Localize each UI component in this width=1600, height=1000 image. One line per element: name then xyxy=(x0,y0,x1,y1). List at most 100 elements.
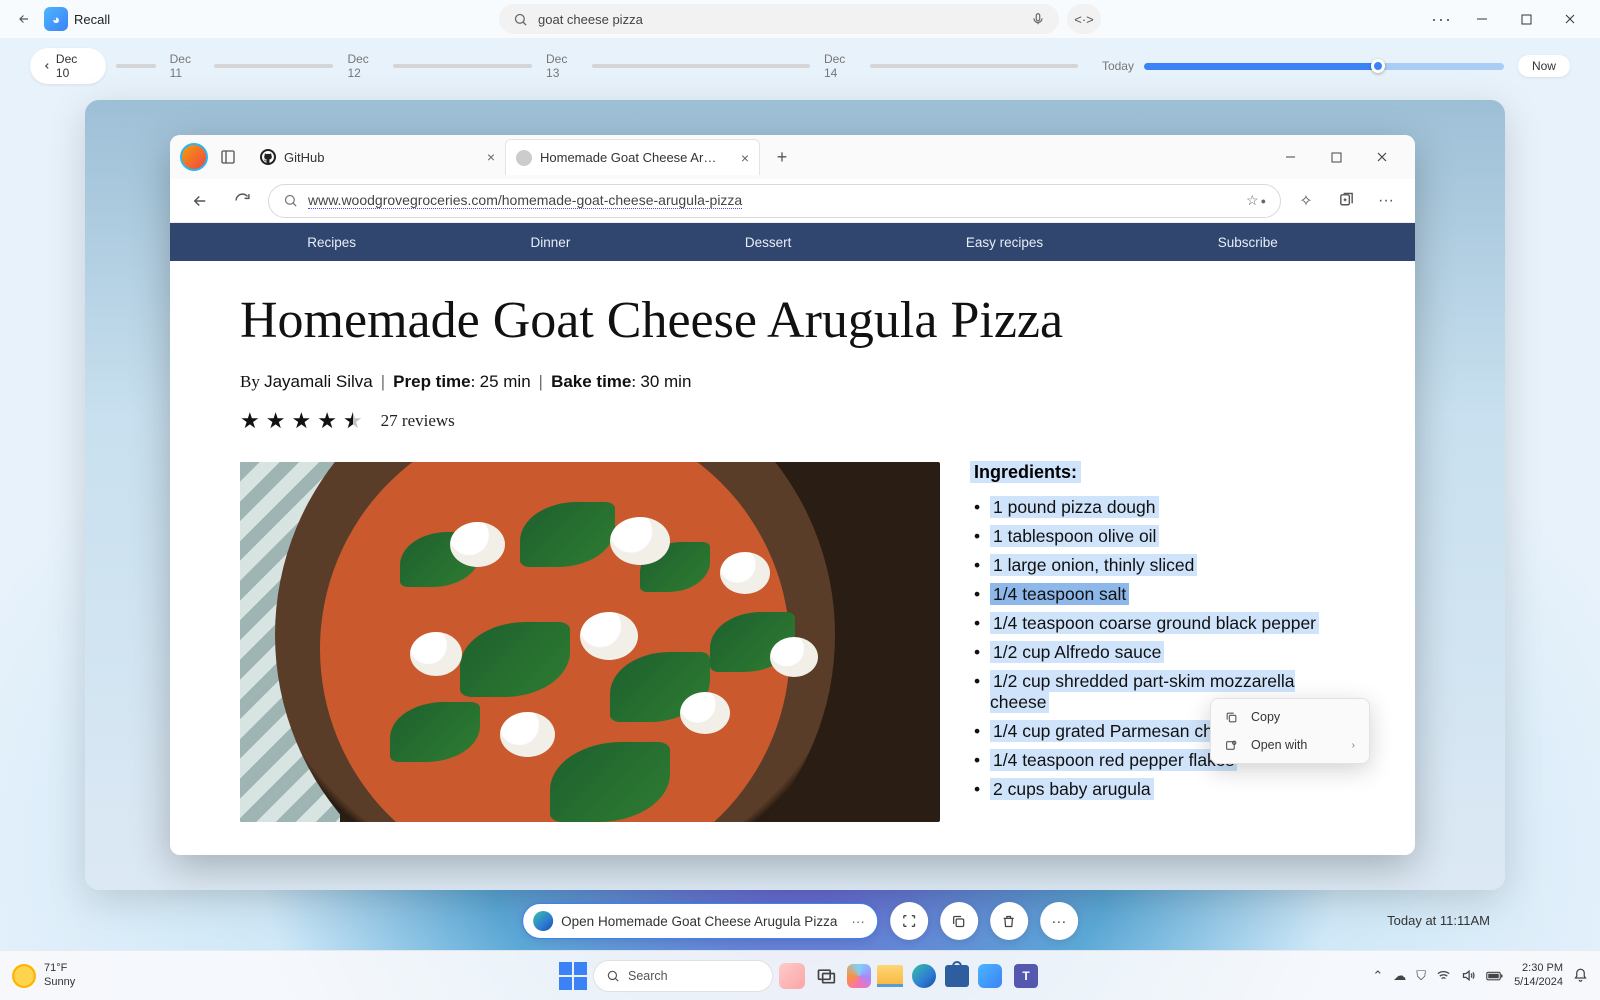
recipe-page: Homemade Goat Cheese Arugula Pizza By Ja… xyxy=(170,261,1415,855)
maximize-button[interactable] xyxy=(1506,5,1546,33)
browser-back-button[interactable] xyxy=(184,185,216,217)
open-snapshot-button[interactable]: Open Homemade Goat Cheese Arugula Pizza … xyxy=(522,903,878,939)
dev-button[interactable]: <·> xyxy=(1067,4,1101,34)
taskview-icon[interactable] xyxy=(811,961,841,991)
ingredient-item-selected[interactable]: 1/4 teaspoon salt xyxy=(970,580,1345,609)
star-rating[interactable]: ★ ★ ★ ★ ★★ xyxy=(240,408,363,434)
timeline-date[interactable]: Dec 12 xyxy=(347,52,385,80)
more-actions-button[interactable]: ··· xyxy=(1040,902,1078,940)
context-menu: Copy Open with › xyxy=(1210,698,1370,764)
ingredient-item[interactable]: 2 cups baby arugula xyxy=(970,775,1345,804)
tray-battery-icon[interactable] xyxy=(1486,970,1504,982)
explorer-icon[interactable] xyxy=(877,965,903,987)
collections-icon[interactable] xyxy=(1331,186,1361,216)
recall-search-box[interactable]: goat cheese pizza xyxy=(499,4,1059,34)
ingredient-item[interactable]: 1 large onion, thinly sliced xyxy=(970,551,1345,580)
open-dropdown-icon[interactable]: ··· xyxy=(851,914,865,929)
chevron-right-icon: › xyxy=(1352,740,1355,751)
ingredient-item[interactable]: 1/4 teaspoon coarse ground black pepper xyxy=(970,609,1345,638)
star-icon: ★ xyxy=(291,408,311,434)
tab-close-icon[interactable]: × xyxy=(741,150,749,166)
page-favicon xyxy=(516,150,532,166)
recipe-image xyxy=(240,462,940,822)
tray-onedrive-icon[interactable]: ☁ xyxy=(1393,968,1406,984)
notifications-icon[interactable] xyxy=(1573,968,1588,983)
star-icon: ★ xyxy=(240,408,260,434)
browser-tab[interactable]: GitHub × xyxy=(250,139,505,175)
tab-close-icon[interactable]: × xyxy=(487,149,495,165)
mic-icon[interactable] xyxy=(1031,12,1045,26)
github-icon xyxy=(260,149,276,165)
browser-maximize-button[interactable] xyxy=(1313,139,1359,175)
tray-chevron-icon[interactable]: ⌃ xyxy=(1372,968,1383,984)
tray-security-icon[interactable]: ⛉ xyxy=(1416,968,1426,984)
search-icon xyxy=(283,193,298,208)
ingredient-item[interactable]: 1 pound pizza dough xyxy=(970,493,1345,522)
snapshot-frame: GitHub × Homemade Goat Cheese Arugula Pi… xyxy=(85,100,1505,890)
nav-link[interactable]: Subscribe xyxy=(1218,235,1278,250)
recall-taskbar-icon[interactable] xyxy=(975,961,1005,991)
teams-icon[interactable]: T xyxy=(1011,961,1041,991)
copy-snapshot-button[interactable] xyxy=(940,902,978,940)
recall-timeline: Dec 10 Dec 11 Dec 12 Dec 13 Dec 14 Today… xyxy=(0,46,1600,86)
minimize-button[interactable] xyxy=(1462,5,1502,33)
favorite-badge-icon[interactable]: ☆● xyxy=(1246,192,1266,209)
back-button[interactable] xyxy=(10,5,38,33)
recipe-byline: By Jayamali Silva | Prep time: 25 min | … xyxy=(240,372,1345,392)
text-select-button[interactable] xyxy=(890,902,928,940)
copilot-icon[interactable] xyxy=(847,964,871,988)
timeline-now-button[interactable]: Now xyxy=(1518,55,1570,77)
tray-wifi-icon[interactable] xyxy=(1436,968,1451,983)
browser-tab-active[interactable]: Homemade Goat Cheese Arugula Pizz × xyxy=(505,139,760,175)
store-icon[interactable] xyxy=(945,965,969,987)
context-copy[interactable]: Copy xyxy=(1211,703,1369,731)
timeline-date[interactable]: Dec 11 xyxy=(170,52,207,80)
copy-icon xyxy=(1225,711,1241,724)
nav-link[interactable]: Dessert xyxy=(745,235,792,250)
browser-minimize-button[interactable] xyxy=(1267,139,1313,175)
nav-link[interactable]: Easy recipes xyxy=(966,235,1043,250)
nav-link[interactable]: Recipes xyxy=(307,235,356,250)
browser-window: GitHub × Homemade Goat Cheese Arugula Pi… xyxy=(170,135,1415,855)
rating-row: ★ ★ ★ ★ ★★ 27 reviews xyxy=(240,408,1345,434)
review-count[interactable]: 27 reviews xyxy=(381,411,455,431)
windows-taskbar: 71°FSunny Search T ⌃ ☁ ⛉ 2:30 PM 5/14/20… xyxy=(0,950,1600,1000)
favorites-icon[interactable]: ✧ xyxy=(1291,186,1321,216)
taskbar-search[interactable]: Search xyxy=(593,960,773,992)
timeline-thumb[interactable] xyxy=(1371,59,1385,73)
new-tab-button[interactable]: + xyxy=(766,141,798,173)
search-icon xyxy=(606,969,620,983)
search-icon xyxy=(513,12,528,27)
nav-link[interactable]: Dinner xyxy=(531,235,571,250)
workspaces-icon[interactable] xyxy=(214,143,242,171)
ingredient-item[interactable]: 1 tablespoon olive oil xyxy=(970,522,1345,551)
site-navigation: Recipes Dinner Dessert Easy recipes Subs… xyxy=(170,223,1415,261)
snapshot-action-bar: Open Homemade Goat Cheese Arugula Pizza … xyxy=(522,902,1078,940)
recall-app-icon: ◕ xyxy=(44,7,68,31)
taskbar-app-icon[interactable] xyxy=(779,963,805,989)
browser-refresh-button[interactable] xyxy=(226,185,258,217)
timeline-start-pill[interactable]: Dec 10 xyxy=(30,48,106,84)
edge-icon[interactable] xyxy=(909,961,939,991)
context-open-with[interactable]: Open with › xyxy=(1211,731,1369,759)
tab-title: GitHub xyxy=(284,150,324,165)
timeline-date[interactable]: Dec 14 xyxy=(824,52,862,80)
timeline-today-track[interactable] xyxy=(1144,63,1504,70)
browser-menu-icon[interactable]: ··· xyxy=(1371,186,1401,216)
browser-close-button[interactable] xyxy=(1359,139,1405,175)
more-icon[interactable]: ··· xyxy=(1431,9,1452,30)
profile-avatar[interactable] xyxy=(180,143,208,171)
url-input[interactable]: www.woodgrovegroceries.com/homemade-goat… xyxy=(268,184,1281,218)
tray-volume-icon[interactable] xyxy=(1461,968,1476,983)
ingredient-item[interactable]: 1/2 cup Alfredo sauce xyxy=(970,638,1345,667)
star-icon: ★ xyxy=(317,408,337,434)
close-button[interactable] xyxy=(1550,5,1590,33)
timeline-date[interactable]: Dec 13 xyxy=(546,52,584,80)
start-button[interactable] xyxy=(559,962,587,990)
browser-tab-strip: GitHub × Homemade Goat Cheese Arugula Pi… xyxy=(170,135,1415,179)
taskbar-clock[interactable]: 2:30 PM 5/14/2024 xyxy=(1514,962,1563,988)
delete-snapshot-button[interactable] xyxy=(990,902,1028,940)
ingredients-header: Ingredients: xyxy=(970,461,1081,483)
timeline-today-label: Today xyxy=(1102,59,1134,73)
taskbar-weather[interactable]: 71°FSunny xyxy=(12,962,75,988)
